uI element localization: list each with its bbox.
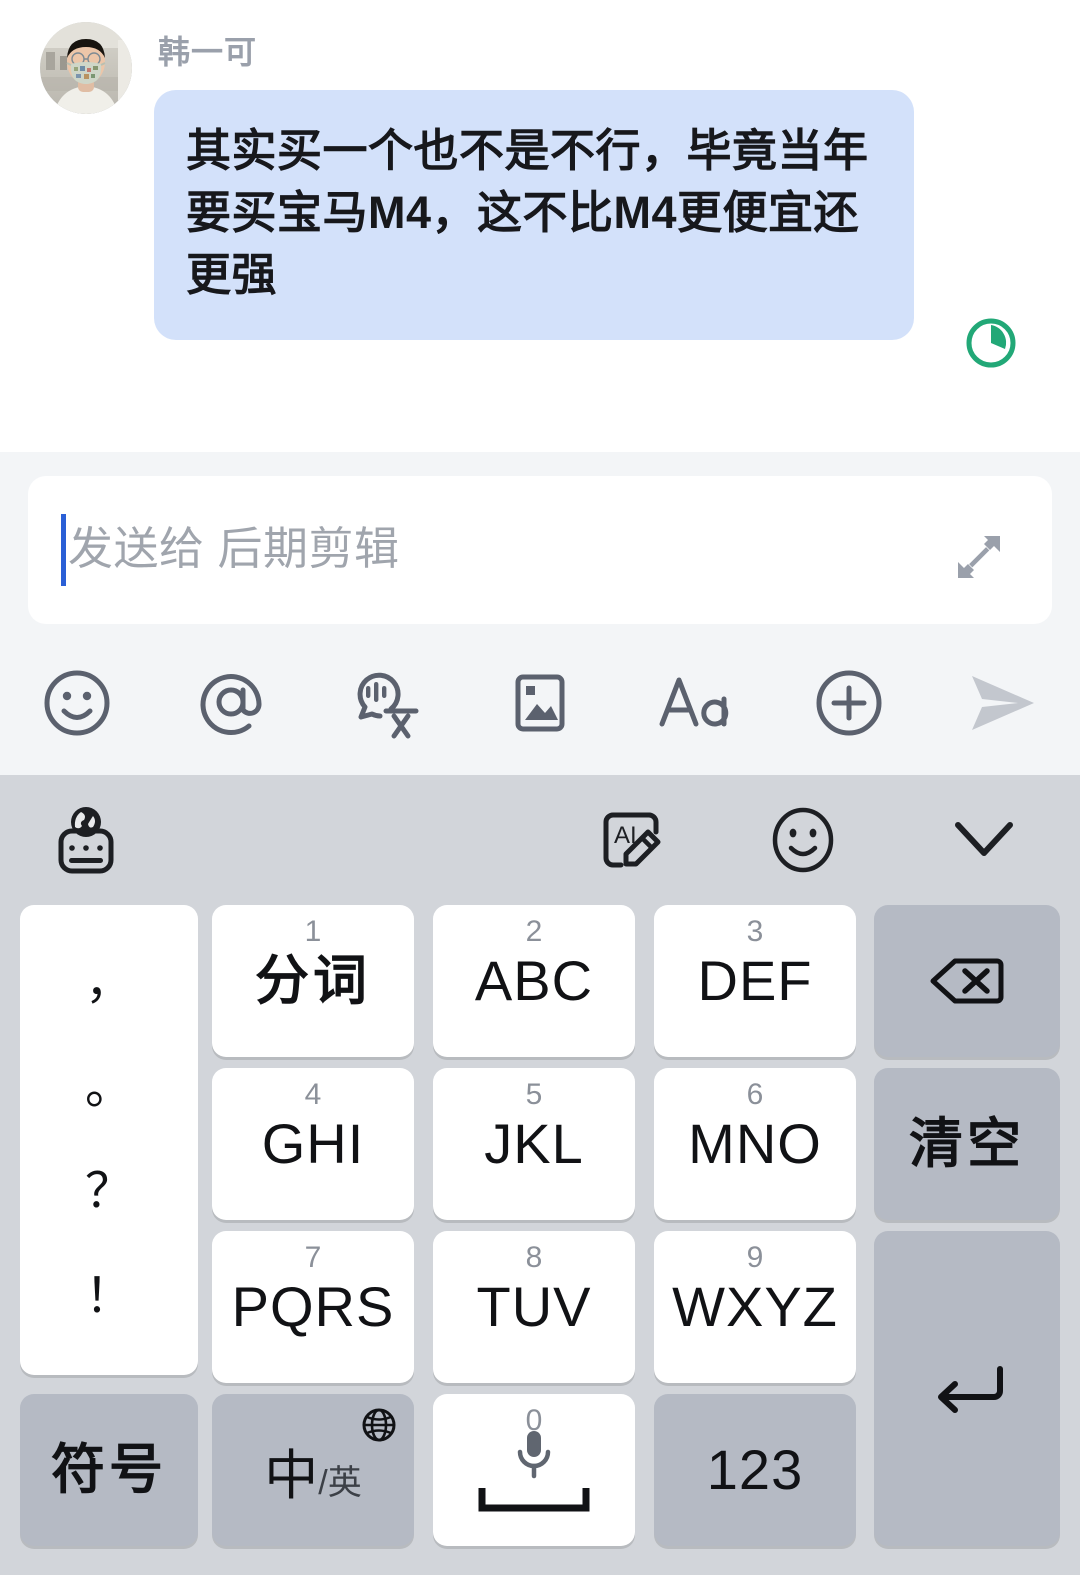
backspace-icon (927, 953, 1007, 1009)
lang-toggle-label: 中 / 英 (264, 1431, 361, 1510)
key-number: 5 (525, 1078, 543, 1111)
key-1-fenci[interactable]: 1 分词 (212, 905, 414, 1057)
input-method-globe-icon[interactable] (48, 803, 124, 884)
lang-label-en: 英 (327, 1463, 362, 1502)
key-label: ABC (474, 949, 594, 1012)
message-bubble[interactable]: 其实买一个也不是不行，毕竟当年要买宝马M4，这不比M4更便宜还更强 (154, 90, 914, 341)
key-label: 清空 (909, 1114, 1025, 1174)
space-bar-glyph (476, 1488, 592, 1514)
key-7-pqrs[interactable]: 7 PQRS (212, 1231, 414, 1383)
keyboard-key-grid: ， 。 ？ ！ 1 分词 2 ABC 3 DEF 4 GHI 5 JKL 6 M… (0, 893, 1080, 1575)
backspace-key[interactable] (874, 905, 1060, 1057)
key-label: 123 (706, 1438, 804, 1501)
read-progress-clock-icon[interactable] (962, 314, 1020, 372)
message-column: 韩一可 其实买一个也不是不行，毕竟当年要买宝马M4，这不比M4更便宜还更强 (154, 22, 914, 341)
text-cursor (61, 514, 66, 586)
key-label: 符号 (51, 1440, 167, 1500)
space-key-inner (476, 1426, 592, 1514)
text-format-icon[interactable] (617, 648, 771, 758)
key-label: PQRS (231, 1275, 395, 1338)
lang-label-zh: 中 (264, 1445, 319, 1506)
key-label: WXYZ (672, 1275, 838, 1338)
key-3-def[interactable]: 3 DEF (654, 905, 856, 1057)
punctuation-key[interactable]: ， 。 ？ ！ (20, 905, 198, 1375)
key-label: TUV (476, 1275, 592, 1338)
add-more-icon[interactable] (771, 648, 925, 758)
key-label: GHI (261, 1112, 365, 1175)
message-input-panel: 发送给 后期剪辑 (0, 452, 1080, 775)
enter-return-icon (922, 1357, 1012, 1421)
punct-period[interactable]: 。 (85, 1063, 133, 1112)
key-number: 9 (746, 1241, 764, 1274)
key-4-ghi[interactable]: 4 GHI (212, 1068, 414, 1220)
key-8-tuv[interactable]: 8 TUV (433, 1231, 635, 1383)
symbols-key[interactable]: 符号 (20, 1394, 198, 1546)
message-input-placeholder: 发送给 后期剪辑 (68, 523, 400, 574)
key-number: 8 (525, 1241, 543, 1274)
key-number: 1 (304, 915, 322, 948)
lang-label-sep: / (318, 1463, 328, 1502)
expand-diagonal-icon[interactable] (948, 526, 1010, 588)
punct-question[interactable]: ？ (85, 1168, 133, 1216)
key-number: 2 (525, 915, 543, 948)
punct-exclaim[interactable]: ！ (85, 1272, 133, 1321)
key-label: MNO (688, 1112, 822, 1175)
key-number: 3 (746, 915, 764, 948)
key-number: 6 (746, 1078, 764, 1111)
input-toolbar (0, 648, 1080, 758)
chat-app-screen: 韩一可 其实买一个也不是不行，毕竟当年要买宝马M4，这不比M4更便宜还更强 发送… (0, 0, 1080, 1575)
collapse-keyboard-icon[interactable] (944, 811, 1024, 872)
voice-translate-icon[interactable] (309, 648, 463, 758)
key-label: 分词 (255, 951, 371, 1011)
send-icon[interactable] (926, 648, 1080, 758)
key-number: 0 (525, 1404, 543, 1437)
key-2-abc[interactable]: 2 ABC (433, 905, 635, 1057)
key-number: 7 (304, 1241, 322, 1274)
numeric-key[interactable]: 123 (654, 1394, 856, 1546)
key-number: 4 (304, 1078, 322, 1111)
user-avatar-photo[interactable] (40, 22, 132, 114)
globe-icon (360, 1406, 398, 1444)
enter-key[interactable] (874, 1231, 1060, 1546)
emoji-icon[interactable] (0, 648, 154, 758)
message-row: 韩一可 其实买一个也不是不行，毕竟当年要买宝马M4，这不比M4更便宜还更强 (0, 0, 1080, 341)
key-6-mno[interactable]: 6 MNO (654, 1068, 856, 1220)
lang-toggle-key[interactable]: 中 / 英 (212, 1394, 414, 1546)
ai-writing-icon[interactable]: AI (594, 801, 670, 882)
clear-key[interactable]: 清空 (874, 1068, 1060, 1220)
keyboard-toolbar (0, 775, 1080, 893)
key-5-jkl[interactable]: 5 JKL (433, 1068, 635, 1220)
space-key[interactable]: 0 (433, 1394, 635, 1546)
chat-message-area: 韩一可 其实买一个也不是不行，毕竟当年要买宝马M4，这不比M4更便宜还更强 (0, 0, 1080, 452)
key-label: JKL (484, 1112, 584, 1175)
sender-name: 韩一可 (158, 34, 258, 70)
t9-keyboard: AI ， 。 ？ ！ 1 分词 2 ABC 3 DEF 4 GHI 5 JKL … (0, 775, 1080, 1575)
message-input-box[interactable]: 发送给 后期剪辑 (28, 476, 1052, 624)
punct-comma[interactable]: ， (85, 959, 133, 1007)
key-label: DEF (697, 949, 813, 1012)
image-icon[interactable] (463, 648, 617, 758)
key-9-wxyz[interactable]: 9 WXYZ (654, 1231, 856, 1383)
mention-icon[interactable] (154, 648, 308, 758)
keyboard-emoji-icon[interactable] (766, 803, 840, 882)
